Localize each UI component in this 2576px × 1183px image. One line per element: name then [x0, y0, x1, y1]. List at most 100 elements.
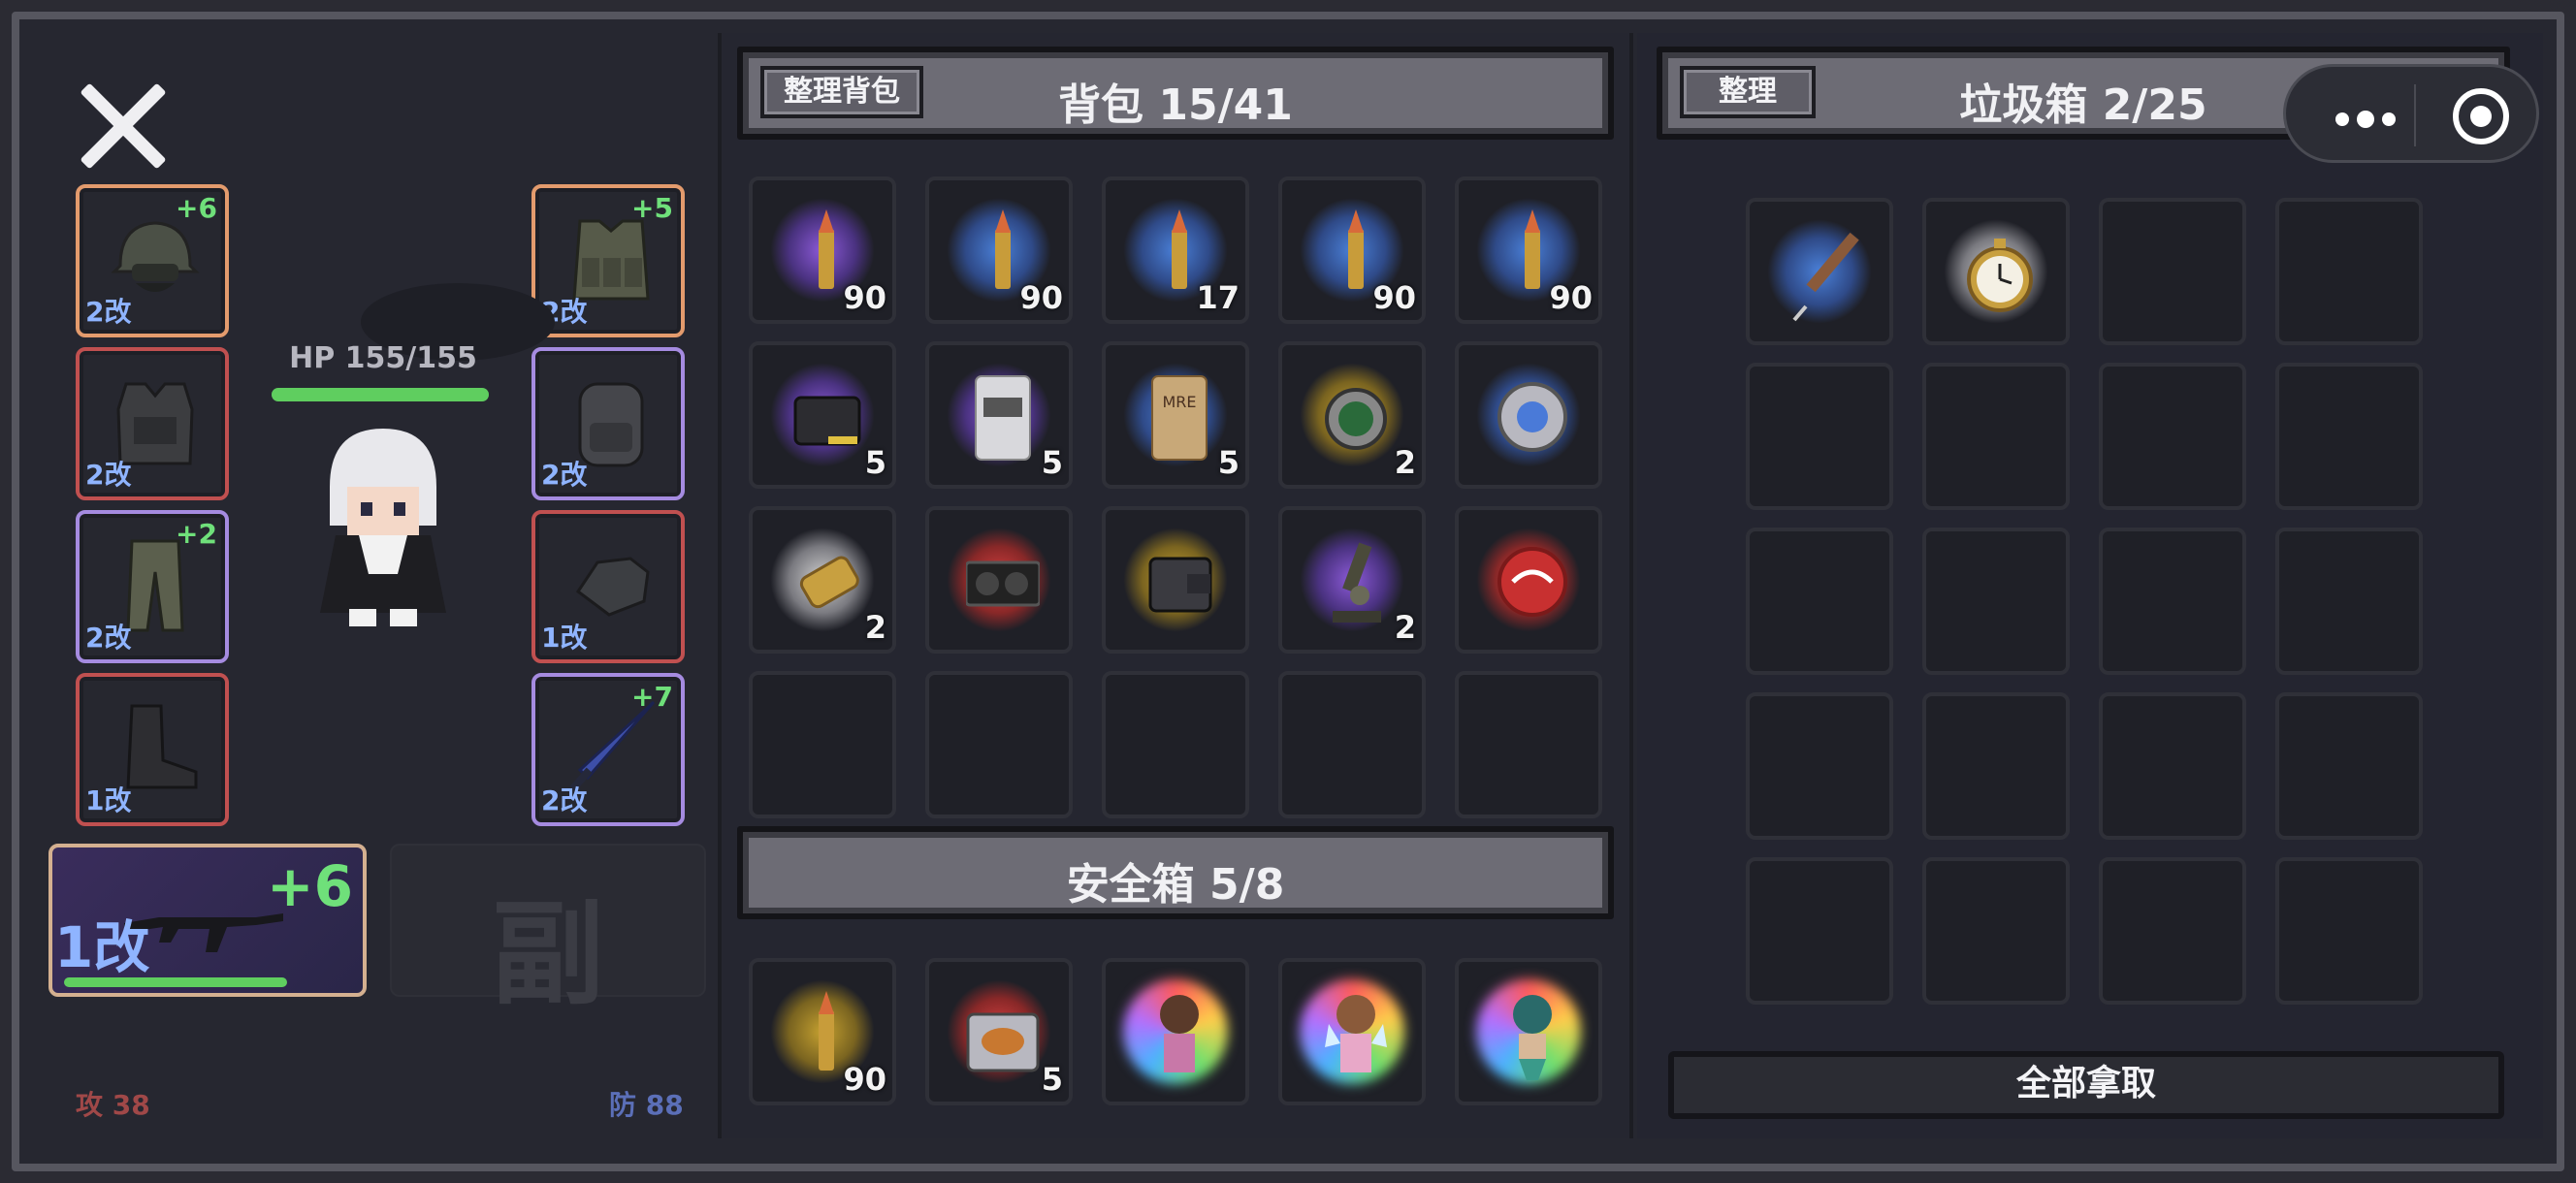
item-quantity: 90 — [1549, 279, 1593, 316]
empty-slot[interactable] — [2099, 857, 2246, 1005]
close-icon[interactable] — [76, 80, 169, 173]
empty-slot[interactable] — [1746, 692, 1893, 840]
item-slot[interactable]: 90 — [1278, 176, 1426, 324]
attack-stat: 攻 38 — [76, 1089, 150, 1121]
item-quantity: 90 — [1019, 279, 1063, 316]
hp-bar-fill — [272, 388, 489, 401]
item-slot[interactable]: 2 — [749, 506, 896, 654]
bearing-icon — [1497, 382, 1567, 452]
item-slot[interactable] — [1455, 958, 1602, 1105]
tactical-vest-slot[interactable]: +5 2改 — [531, 184, 685, 337]
mod-level: 2改 — [541, 784, 588, 816]
figurine-fairy-icon — [1325, 995, 1387, 1072]
item-slot[interactable] — [1102, 506, 1249, 654]
empty-slot[interactable] — [1746, 857, 1893, 1005]
item-slot[interactable] — [1922, 198, 2070, 345]
wallet-icon — [1148, 557, 1212, 613]
target-icon[interactable] — [2449, 84, 2513, 148]
melee-slot[interactable]: +7 2改 — [531, 673, 685, 826]
mod-level: 2改 — [85, 459, 132, 491]
svg-text:MRE: MRE — [1162, 393, 1196, 411]
mod-level: 1改 — [541, 622, 588, 654]
mini-program-capsule — [2283, 64, 2539, 163]
item-quantity: 90 — [843, 1061, 886, 1098]
item-quantity: 90 — [843, 279, 886, 316]
item-slot[interactable]: 5 — [925, 958, 1073, 1105]
item-quantity: 5 — [1041, 444, 1063, 481]
item-slot[interactable]: 17 — [1102, 176, 1249, 324]
empty-slot[interactable] — [925, 671, 1073, 818]
empty-slot[interactable] — [2099, 528, 2246, 675]
item-slot[interactable] — [1455, 506, 1602, 654]
item-slot[interactable]: 5 — [925, 341, 1073, 489]
empty-slot[interactable] — [1746, 528, 1893, 675]
food-case-icon — [966, 1012, 1040, 1072]
upgrade-level: +6 — [176, 192, 217, 224]
empty-slot[interactable] — [2099, 363, 2246, 510]
empty-slot[interactable] — [2275, 363, 2423, 510]
safe-box-header: 安全箱 5/8 — [737, 826, 1614, 919]
item-slot[interactable]: 90 — [749, 176, 896, 324]
empty-slot[interactable] — [1102, 671, 1249, 818]
secondary-label: 副 — [492, 889, 604, 1020]
empty-slot[interactable] — [1746, 363, 1893, 510]
item-slot[interactable]: 2 — [1278, 506, 1426, 654]
helmet-slot[interactable]: +6 2改 — [76, 184, 229, 337]
more-dots-icon[interactable] — [2317, 88, 2414, 141]
badge-icon — [1497, 547, 1567, 617]
item-quantity: 17 — [1196, 279, 1240, 316]
mod-level: 1改 — [54, 914, 150, 980]
empty-slot[interactable] — [2099, 692, 2246, 840]
item-slot[interactable] — [1746, 198, 1893, 345]
empty-slot[interactable] — [1278, 671, 1426, 818]
item-slot[interactable]: 90 — [749, 958, 896, 1105]
item-quantity: 2 — [1394, 609, 1416, 646]
hp-text: HP 155/155 — [289, 341, 477, 375]
empty-slot[interactable] — [2275, 528, 2423, 675]
brass-casing-icon — [799, 556, 859, 609]
syringe-icon — [1792, 232, 1859, 322]
body-armor-slot[interactable]: 2改 — [76, 347, 229, 500]
gloves-slot[interactable]: 1改 — [531, 510, 685, 663]
empty-slot[interactable] — [2275, 692, 2423, 840]
empty-slot[interactable] — [1455, 671, 1602, 818]
defense-stat: 防 88 — [609, 1089, 684, 1121]
item-slot[interactable] — [1278, 958, 1426, 1105]
empty-slot[interactable] — [1922, 528, 2070, 675]
item-slot[interactable]: 2 — [1278, 341, 1426, 489]
boots-slot[interactable]: 1改 — [76, 673, 229, 826]
item-slot[interactable]: MRE 5 — [1102, 341, 1249, 489]
microscope-icon — [1333, 542, 1381, 623]
primary-weapon-slot[interactable]: +6 1改 — [48, 844, 367, 997]
upgrade-level: +5 — [631, 192, 673, 224]
item-slot[interactable] — [1455, 341, 1602, 489]
take-all-button[interactable]: 全部拿取 — [1668, 1051, 2504, 1119]
item-slot[interactable] — [1102, 958, 1249, 1105]
item-quantity: 5 — [864, 444, 886, 481]
empty-slot[interactable] — [2275, 857, 2423, 1005]
empty-slot[interactable] — [1922, 857, 2070, 1005]
backpack-slot[interactable]: 2改 — [531, 347, 685, 500]
scope-lens-icon — [1325, 388, 1387, 450]
upgrade-level: +2 — [176, 518, 217, 550]
pants-slot[interactable]: +2 2改 — [76, 510, 229, 663]
item-slot[interactable] — [925, 506, 1073, 654]
figurine-girl-icon — [1160, 995, 1199, 1072]
item-quantity: 5 — [1041, 1061, 1063, 1098]
empty-slot[interactable] — [1922, 692, 2070, 840]
mre-ration-icon: MRE — [1151, 375, 1208, 461]
capsule-divider — [2414, 84, 2416, 146]
item-quantity: 2 — [1394, 444, 1416, 481]
item-slot[interactable]: 5 — [749, 341, 896, 489]
item-slot[interactable]: 90 — [1455, 176, 1602, 324]
empty-slot[interactable] — [1922, 363, 2070, 510]
food-packet-icon — [975, 375, 1031, 461]
mod-level: 2改 — [85, 622, 132, 654]
empty-slot[interactable] — [2099, 198, 2246, 345]
secondary-weapon-slot[interactable]: 副 — [390, 844, 706, 1020]
empty-slot[interactable] — [749, 671, 896, 818]
empty-slot[interactable] — [2275, 198, 2423, 345]
ammo-box-icon — [793, 396, 861, 446]
backpack-title: 背包 15/41 — [1058, 80, 1293, 130]
item-slot[interactable]: 90 — [925, 176, 1073, 324]
